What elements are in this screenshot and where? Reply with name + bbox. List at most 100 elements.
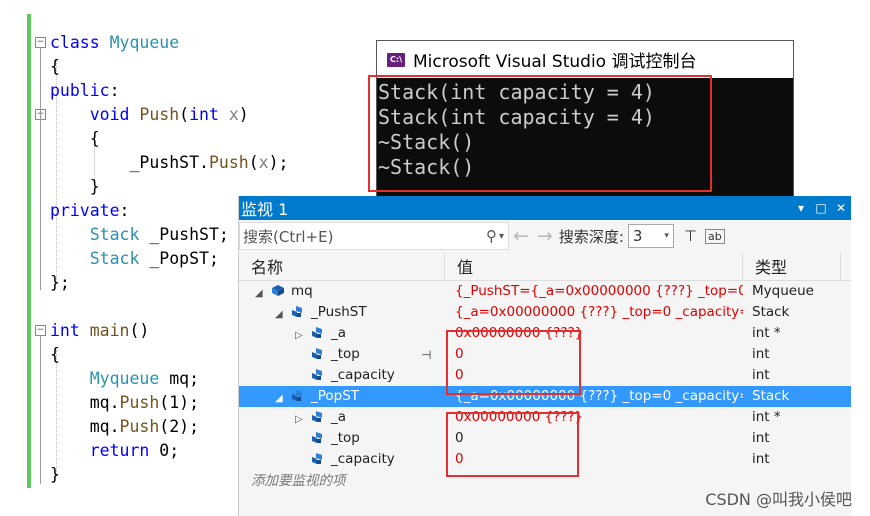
code-token: ; (218, 225, 229, 244)
highlight-box (446, 412, 579, 477)
code-token: private (50, 201, 120, 220)
close-icon[interactable]: ✕ (831, 201, 851, 215)
code-token: public (50, 81, 110, 100)
search-placeholder: 搜索(Ctrl+E) (243, 227, 334, 246)
watch-row-name-cell: ◢ mq (239, 281, 445, 302)
column-header-type[interactable]: 类型 (743, 252, 841, 280)
code-token: x (228, 105, 239, 124)
watch-row-value[interactable]: {_PushST={_a=0x00000000 {???} _top=0 _c.… (445, 281, 743, 302)
code-token: mq; (169, 369, 200, 388)
code-token: Push (139, 105, 180, 124)
code-token: _PushST (149, 225, 219, 244)
watch-row-name: _capacity (331, 367, 395, 383)
code-token: Push (119, 417, 160, 436)
code-token: ; (208, 249, 219, 268)
search-input[interactable]: 搜索(Ctrl+E) ⚲ ▾ (239, 222, 509, 250)
code-token: _PopST (149, 249, 209, 268)
hex-display-icon[interactable]: ab (704, 228, 725, 244)
code-token: ( (248, 153, 259, 172)
console-title: Microsoft Visual Studio 调试控制台 (413, 52, 697, 72)
code-token: void (89, 105, 140, 124)
watch-row-name: _capacity (331, 451, 395, 467)
chevron-down-icon: ▾ (664, 231, 669, 241)
code-token: () (129, 321, 150, 340)
pin-icon[interactable]: ⊣ (421, 345, 431, 366)
code-token: int (189, 105, 229, 124)
collapse-icon[interactable]: ◢ (275, 304, 283, 325)
field-icon (312, 348, 322, 359)
dropdown-icon[interactable]: ▾ (791, 201, 811, 215)
code-token: ) (238, 105, 249, 124)
code-token: Myqueue (89, 369, 170, 388)
watch-row-name: _PopST (311, 388, 360, 404)
code-line: { (50, 127, 288, 151)
code-token: Push (119, 393, 160, 412)
code-token: ( (179, 105, 190, 124)
watch-row-name-cell: ▷ _a (239, 323, 445, 344)
code-token: }; (50, 273, 70, 292)
collapse-icon[interactable]: ◢ (255, 283, 263, 304)
pin-icon[interactable]: ⊤ (684, 227, 697, 245)
code-token: mq. (50, 417, 120, 436)
watch-row[interactable]: ◢ _PushST {_a=0x00000000 {???} _top=0 _cap… (239, 302, 851, 323)
fold-toggle-icon[interactable]: − (35, 37, 46, 48)
field-icon (292, 390, 302, 401)
watch-row-name: _PushST (311, 304, 367, 320)
column-header-name[interactable]: 名称 (239, 252, 445, 280)
column-header-value[interactable]: 值 (445, 252, 743, 280)
watch-row-name: _a (331, 409, 347, 425)
back-arrow-icon[interactable]: ← (513, 225, 529, 247)
code-token: { (50, 129, 100, 148)
watch-titlebar[interactable]: 监视 1 ▾ □ ✕ (239, 196, 851, 220)
code-token: { (50, 57, 60, 76)
code-token: int (50, 321, 90, 340)
code-token: return (89, 441, 160, 460)
maximize-icon[interactable]: □ (811, 201, 831, 215)
fold-toggle-icon[interactable]: − (35, 325, 46, 336)
field-icon (292, 306, 302, 317)
field-icon (312, 327, 322, 338)
search-depth-select[interactable]: 3 ▾ (627, 224, 674, 248)
watch-row-name-cell: _capacity (239, 365, 445, 386)
outline-guide (40, 336, 41, 484)
code-line: { (50, 55, 288, 79)
watch-row[interactable]: ◢ mq {_PushST={_a=0x00000000 {???} _top=0 … (239, 281, 851, 302)
code-token: } (50, 465, 60, 484)
code-token: } (50, 177, 100, 196)
field-icon (312, 453, 322, 464)
watch-row-name-cell: ▷ _a (239, 407, 445, 428)
watch-row-type: int (752, 430, 770, 446)
field-icon (312, 369, 322, 380)
code-token: : (119, 201, 130, 220)
watch-row-type: Myqueue (752, 283, 814, 299)
console-titlebar[interactable]: C:\ Microsoft Visual Studio 调试控制台 (377, 41, 793, 78)
watch-row-value[interactable]: {_a=0x00000000 {???} _top=0 _capacity=0 … (445, 302, 743, 323)
watch-row-name-cell: _top (239, 428, 445, 449)
expand-icon[interactable]: ▷ (295, 409, 303, 430)
expand-icon[interactable]: ▷ (295, 325, 303, 346)
code-token: class (50, 33, 110, 52)
console-app-icon: C:\ (387, 52, 405, 67)
forward-arrow-icon[interactable]: → (537, 225, 553, 247)
collapse-icon[interactable]: ◢ (275, 388, 283, 409)
watch-title: 监视 1 (241, 200, 289, 219)
watch-row-name-cell: _top ⊣ (239, 344, 445, 365)
watch-row-name-cell: ◢ _PopST (239, 386, 445, 407)
search-depth-label: 搜索深度: (558, 227, 624, 246)
search-dropdown-icon[interactable]: ▾ (499, 231, 504, 242)
search-icon[interactable]: ⚲ (486, 227, 497, 245)
watch-row-type: int * (752, 409, 781, 425)
code-token: mq. (50, 393, 120, 412)
search-depth-value: 3 (632, 227, 643, 245)
code-line: void Push(int x) (50, 103, 288, 127)
watch-toolbar: 搜索(Ctrl+E) ⚲ ▾ ← → 搜索深度: 3 ▾ ⊤ ab (239, 220, 851, 252)
code-token: x (258, 153, 269, 172)
field-icon (312, 411, 322, 422)
change-margin-bar (27, 14, 31, 488)
watch-row-name: _a (331, 325, 347, 341)
